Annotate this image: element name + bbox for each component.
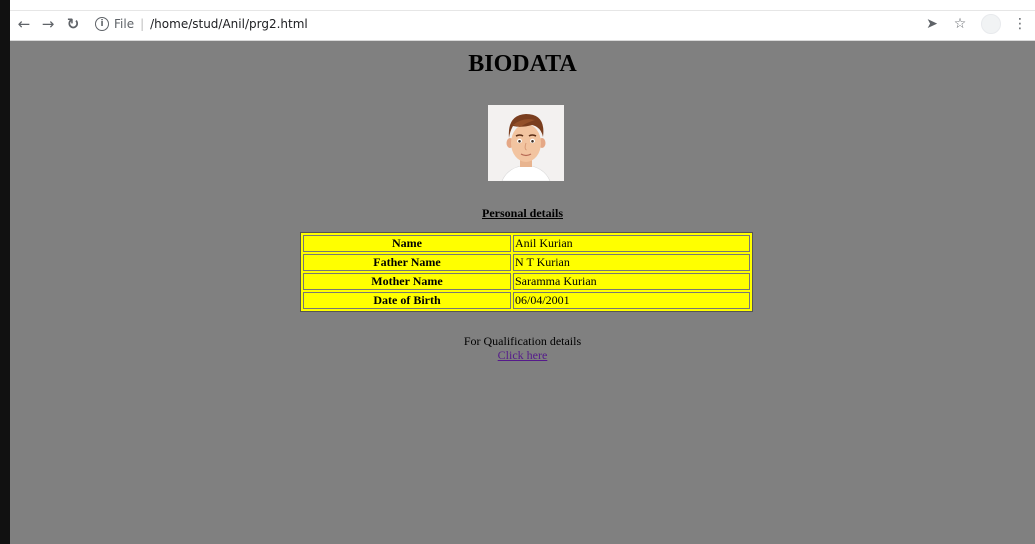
row-value: 06/04/2001 — [513, 292, 750, 309]
table-row: Name Anil Kurian — [303, 235, 750, 252]
row-label: Father Name — [303, 254, 511, 271]
table-row: Date of Birth 06/04/2001 — [303, 292, 750, 309]
qualification-link[interactable]: Click here — [498, 348, 548, 362]
page-content: BIODATA Personal details Name Anil Kuria… — [10, 41, 1035, 544]
row-label: Mother Name — [303, 273, 511, 290]
qualification-section: For Qualification details Click here — [10, 334, 1035, 362]
info-icon[interactable]: i — [95, 17, 109, 31]
reload-icon[interactable]: ↻ — [63, 14, 83, 34]
toolbar-actions: ➤ ☆ ⋮ — [915, 13, 1035, 35]
url-scheme: File — [114, 17, 135, 31]
row-value: Saramma Kurian — [513, 273, 750, 290]
row-label: Date of Birth — [303, 292, 511, 309]
star-icon[interactable]: ☆ — [949, 16, 971, 32]
send-icon[interactable]: ➤ — [921, 16, 943, 32]
table-row: Mother Name Saramma Kurian — [303, 273, 750, 290]
row-value: N T Kurian — [513, 254, 750, 271]
page-title: BIODATA — [468, 51, 577, 77]
address-bar[interactable]: i File | /home/stud/Anil/prg2.html — [95, 13, 308, 35]
row-label: Name — [303, 235, 511, 252]
profile-avatar[interactable] — [981, 14, 1001, 34]
cartoon-face-icon — [488, 105, 564, 182]
forward-icon[interactable]: → — [38, 14, 58, 34]
url-separator: | — [140, 17, 145, 31]
table-row: Father Name N T Kurian — [303, 254, 750, 271]
section-title: Personal details — [482, 206, 563, 220]
personal-details-table: Name Anil Kurian Father Name N T Kurian … — [300, 232, 753, 312]
profile-photo — [488, 105, 564, 182]
qualification-text: For Qualification details — [463, 334, 582, 348]
menu-icon[interactable]: ⋮ — [1009, 16, 1031, 32]
browser-toolbar: ← → ↻ i File | /home/stud/Anil/prg2.html… — [10, 0, 1035, 41]
url-path: /home/stud/Anil/prg2.html — [150, 17, 308, 31]
back-icon[interactable]: ← — [14, 14, 34, 34]
window-edge — [0, 0, 10, 544]
row-value: Anil Kurian — [513, 235, 750, 252]
active-tab-strip — [805, 0, 925, 11]
